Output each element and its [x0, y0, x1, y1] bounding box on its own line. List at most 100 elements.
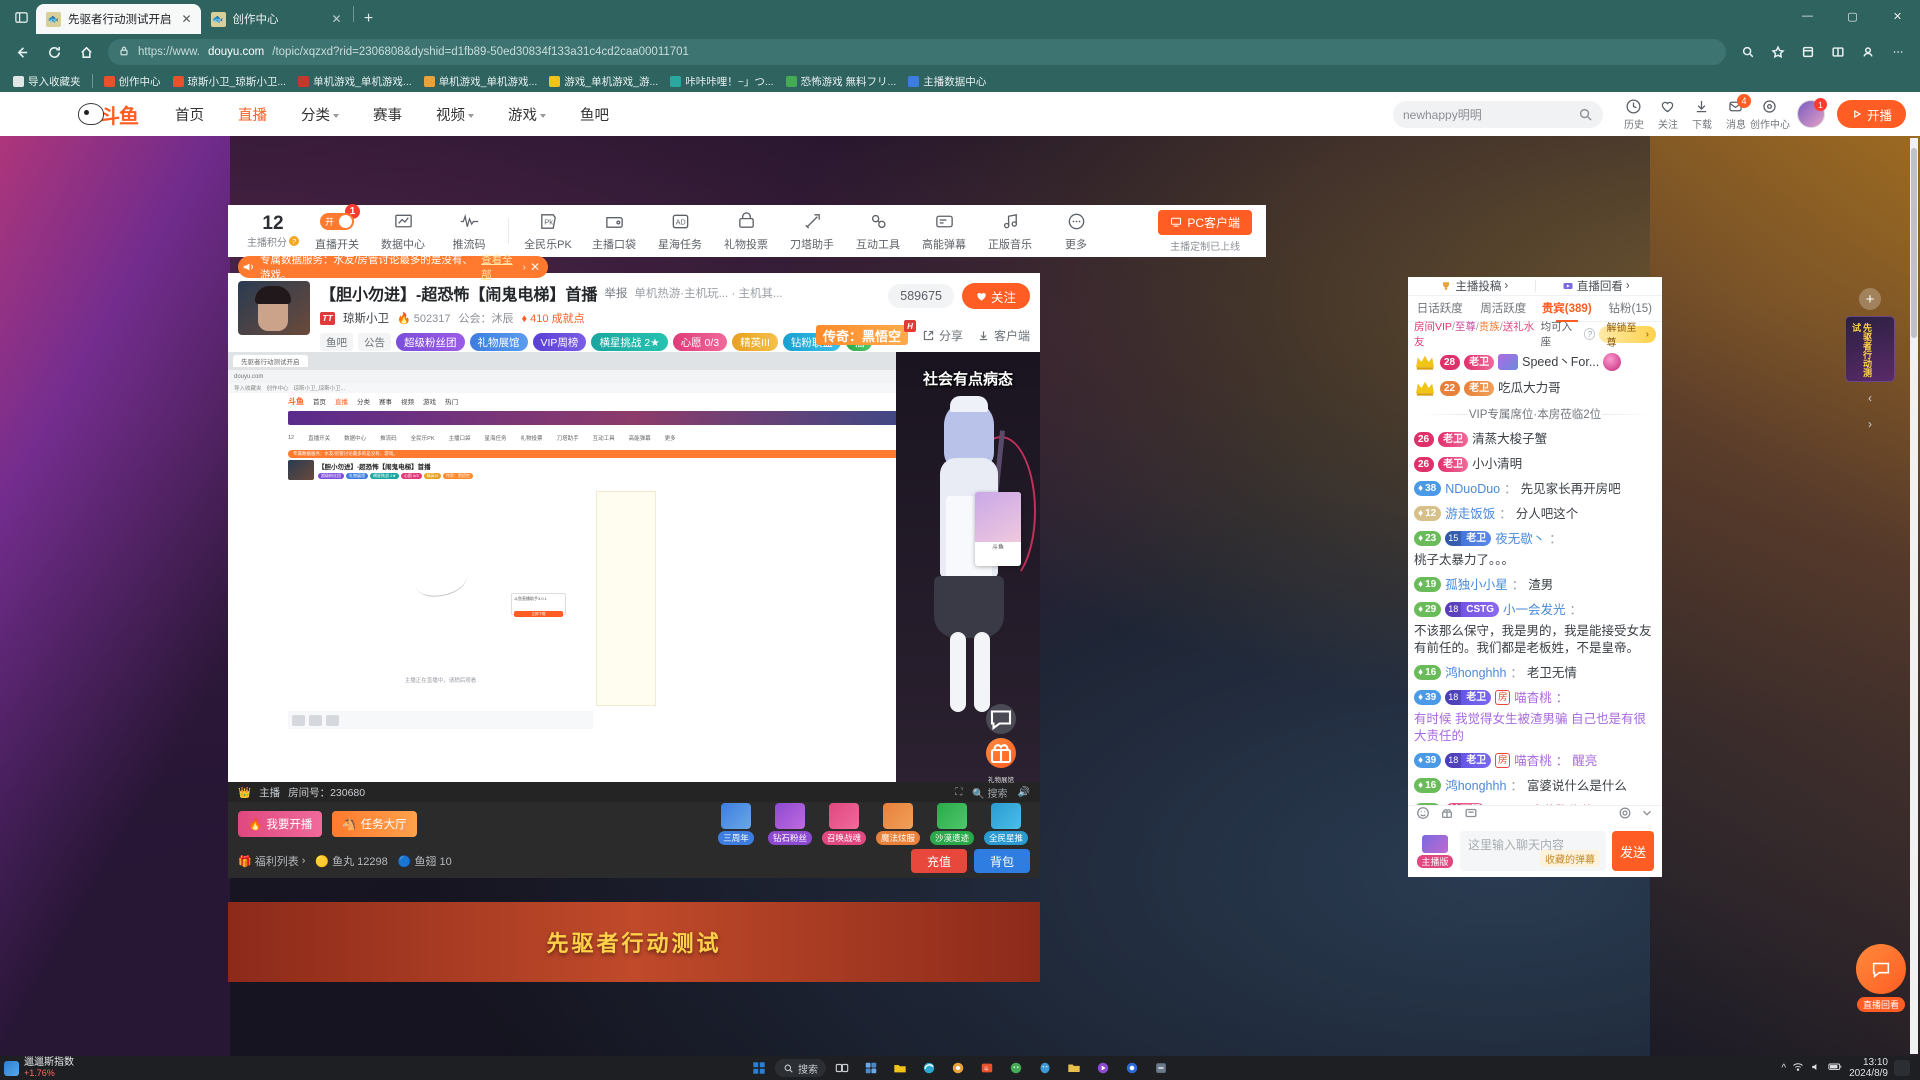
tag-vip-rank[interactable]: VIP周榜: [532, 333, 587, 351]
more-menu-icon[interactable]: [1884, 38, 1912, 66]
studio-item-dota-helper[interactable]: 刀塔助手: [779, 210, 845, 252]
tab-vip[interactable]: 贵宾(389): [1535, 296, 1599, 322]
report-link[interactable]: 举报: [604, 285, 627, 301]
replay-segment[interactable]: 直播回看 ›: [1536, 278, 1657, 294]
header-follow[interactable]: 关注: [1651, 98, 1685, 131]
chat-nickname[interactable]: Speed丶For...: [1522, 354, 1599, 371]
studio-item-live-switch[interactable]: 1 开 直播开关: [304, 204, 370, 252]
tab-search-button[interactable]: [6, 2, 36, 32]
network-icon[interactable]: [1792, 1061, 1804, 1076]
help-icon[interactable]: ?: [289, 236, 299, 246]
chat-nickname[interactable]: 鸿honghhh: [1445, 778, 1506, 795]
close-icon[interactable]: ✕: [329, 11, 345, 27]
saved-danmaku-button[interactable]: 收藏的弹幕: [1540, 850, 1600, 867]
search-input[interactable]: [1402, 107, 1578, 121]
tag-super-fans[interactable]: 超级粉丝团: [396, 333, 465, 351]
game-item[interactable]: 魔法炫服: [874, 803, 922, 845]
studio-item-more[interactable]: 更多: [1043, 210, 1109, 252]
reload-icon[interactable]: [40, 38, 68, 66]
chat-input-field[interactable]: 这里输入聊天内容 收藏的弹幕: [1460, 831, 1606, 871]
nav-item-yuba[interactable]: 鱼吧: [563, 104, 626, 125]
studio-item-gift-vote[interactable]: 礼物投票: [713, 210, 779, 252]
scroll-down-icon[interactable]: ›: [1860, 414, 1880, 434]
tag-challenge[interactable]: 横星挑战 2★: [591, 333, 668, 351]
studio-item-data-center[interactable]: 数据中心: [370, 210, 436, 252]
gift-icon[interactable]: [1440, 806, 1454, 825]
chevron-up-icon[interactable]: ^: [1781, 1063, 1786, 1074]
nav-item-video[interactable]: 视频: [419, 104, 491, 125]
chat-nickname[interactable]: 鸿honghhh: [1445, 665, 1506, 682]
emoji-icon[interactable]: [1416, 806, 1430, 825]
bookmark-item[interactable]: 导入收藏夹: [8, 72, 86, 91]
studio-item-stream-key[interactable]: 推流码: [436, 210, 502, 252]
chat-nickname[interactable]: 游走饭饭: [1445, 506, 1495, 523]
notification-icon[interactable]: [1894, 1060, 1910, 1076]
chat-nickname[interactable]: 999999中奖弥缘体: [1489, 803, 1593, 805]
minimize-button[interactable]: —: [1785, 0, 1830, 32]
chat-bubble-icon[interactable]: [986, 704, 1016, 734]
volume-mini-icon[interactable]: 🔊: [1018, 787, 1030, 798]
color-danmaku-icon[interactable]: [1464, 806, 1478, 825]
studio-item-danmaku[interactable]: 高能弹幕: [911, 210, 977, 252]
chat-nickname[interactable]: 小小清明: [1472, 456, 1522, 473]
tag-yuba[interactable]: 鱼吧: [320, 333, 353, 351]
nav-item-esports[interactable]: 赛事: [356, 104, 419, 125]
studio-item-wallet[interactable]: 主播口袋: [581, 210, 647, 252]
game-item[interactable]: 钻石粉丝: [766, 803, 814, 845]
chrome-icon[interactable]: [945, 1058, 971, 1078]
profile-icon[interactable]: [1854, 38, 1882, 66]
rail-ad-card[interactable]: 先驱者行动测试: [1845, 316, 1895, 382]
new-tab-button[interactable]: +: [356, 6, 382, 32]
notice-link[interactable]: 查看全部: [481, 252, 518, 282]
page-scrollbar[interactable]: [1910, 138, 1918, 1054]
bookmark-item[interactable]: 恐怖游戏 無料フリ...: [781, 72, 902, 91]
chat-nickname[interactable]: 孤独小小星: [1445, 577, 1508, 594]
bottom-promo-banner[interactable]: 先驱者行动测试: [228, 902, 1040, 982]
header-messages[interactable]: 4 消息: [1719, 93, 1753, 131]
task-hall-button[interactable]: 🐴 任务大厅: [332, 811, 417, 837]
address-bar[interactable]: https://www. douyu.com/topic/xqzxd?rid=23…: [108, 39, 1726, 65]
obs-icon[interactable]: [1119, 1058, 1145, 1078]
qq-icon[interactable]: [1032, 1058, 1058, 1078]
nav-item-category[interactable]: 分类: [284, 104, 356, 125]
header-history[interactable]: 历史: [1617, 98, 1651, 131]
follow-button[interactable]: 关注: [961, 283, 1030, 309]
promo-card[interactable]: 斗鱼: [975, 492, 1021, 566]
player-icon[interactable]: [1090, 1058, 1116, 1078]
explorer-icon[interactable]: [887, 1058, 913, 1078]
chat-nickname[interactable]: 喵杳桃: [1514, 753, 1552, 770]
tag-wish[interactable]: 心愿 0/3: [672, 333, 728, 351]
tag-elite[interactable]: 精英III: [732, 333, 778, 351]
bookmark-item[interactable]: 单机游戏_单机游戏...: [293, 72, 417, 91]
support-chat-icon[interactable]: [1856, 944, 1906, 994]
battery-icon[interactable]: [1828, 1061, 1843, 1075]
game-item[interactable]: 沙漠遗迹: [928, 803, 976, 845]
douyu-icon[interactable]: 斗: [974, 1058, 1000, 1078]
add-icon[interactable]: +: [1859, 288, 1881, 310]
start-live-button[interactable]: 🔥 我要开播: [238, 811, 323, 837]
search-icon[interactable]: [1578, 107, 1593, 122]
bookmark-item[interactable]: 主播数据中心: [903, 72, 991, 91]
scroll-up-icon[interactable]: ‹: [1860, 388, 1880, 408]
volume-icon[interactable]: [1810, 1061, 1822, 1076]
nav-item-home[interactable]: 首页: [158, 104, 221, 125]
search-mini-icon[interactable]: 🔍 搜索: [972, 785, 1007, 800]
legend-badge[interactable]: 传奇：黑悟空 H: [815, 320, 916, 345]
browser-tab-1[interactable]: 🐟 创作中心 ✕: [201, 4, 351, 34]
bookmark-item[interactable]: 创作中心: [99, 72, 166, 91]
data-service-notice[interactable]: 专属数据服务：水友/房管讨论最多的是没有、游戏。 查看全部 › ✕: [238, 254, 548, 281]
home-icon[interactable]: [72, 38, 100, 66]
maximize-button[interactable]: ▢: [1830, 0, 1875, 32]
recharge-button[interactable]: 充值: [910, 849, 967, 873]
chat-nickname[interactable]: 吃瓜大力哥: [1498, 380, 1561, 397]
start-icon[interactable]: [746, 1058, 772, 1078]
tag-announcement[interactable]: 公告: [358, 333, 391, 351]
douyu-logo[interactable]: 斗鱼: [78, 100, 154, 128]
tab-weekly-activity[interactable]: 周活跃度: [1472, 296, 1536, 322]
collections-icon[interactable]: [1794, 38, 1822, 66]
taskview-icon[interactable]: [829, 1058, 855, 1078]
close-icon[interactable]: ✕: [530, 260, 540, 274]
help-icon[interactable]: ?: [1584, 328, 1596, 341]
share-button[interactable]: 分享: [922, 327, 963, 344]
game-item[interactable]: 三周年: [712, 803, 760, 845]
